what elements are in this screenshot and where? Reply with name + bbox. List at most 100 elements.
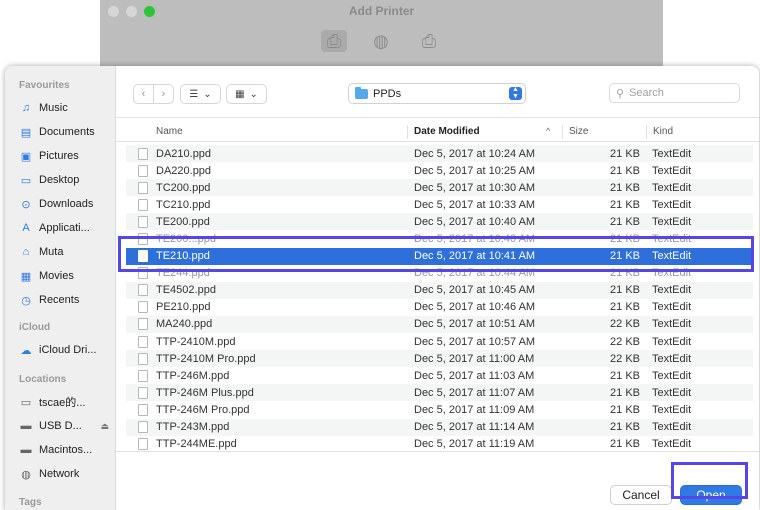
sidebar-item[interactable]: ▦ Movies (19, 266, 115, 286)
file-size: 21 KB (610, 301, 640, 314)
browser-toolbar: ‹ › ☰ ⌄ ▦ ⌄ PPDs ▲ ▼ ⚲ Search (116, 66, 759, 118)
table-row[interactable]: TE200...ppd Dec 5, 2017 at 10:40 AM 21 KB T… (126, 230, 753, 247)
column-header-kind[interactable]: Kind (646, 125, 673, 139)
table-row[interactable]: TE210.ppd Dec 5, 2017 at 10:41 AM 21 KB Tex… (126, 247, 753, 265)
file-date-modified: Dec 5, 2017 at 10:24 AM (414, 147, 536, 160)
sidebar-item[interactable]: ⊙ Downloads (19, 194, 115, 214)
chevron-left-icon: ‹ (141, 88, 146, 100)
file-kind: TextEdit (652, 215, 692, 228)
open-button[interactable]: Open (680, 485, 742, 505)
table-row[interactable]: TTP-2410M Pro.ppd Dec 5, 2017 at 11:00 AM… (126, 350, 753, 368)
file-size: 22 KB (610, 352, 640, 365)
file-kind: TextEdit (652, 181, 692, 194)
sidebar-item[interactable]: ▬ USB D... ⏏ (19, 416, 115, 436)
download-icon: ⊙ (21, 198, 31, 211)
sidebar-section-label: Tags (19, 497, 42, 508)
file-kind: TextEdit (652, 250, 692, 263)
column-header-date-modified[interactable]: Date Modified (407, 125, 480, 139)
document-file-icon (138, 352, 148, 365)
chevron-down-icon: ⌄ (249, 88, 258, 100)
table-row[interactable]: TE200.ppd Dec 5, 2017 at 10:40 AM 21 KB Tex… (126, 213, 753, 231)
file-name: TTP-2410M Pro.ppd (156, 352, 256, 365)
eject-icon[interactable]: ⏏ (100, 421, 109, 432)
drive-icon: ▬ (20, 444, 32, 456)
table-row[interactable]: TC200.ppd Dec 5, 2017 at 10:30 AM 21 KB Tex… (126, 179, 753, 197)
table-row[interactable]: DA220.ppd Dec 5, 2017 at 10:25 AM 21 KB Tex… (126, 162, 753, 179)
sort-ascending-icon: ^ (546, 126, 551, 136)
file-kind: TextEdit (652, 318, 692, 331)
document-icon: ▤ (20, 126, 32, 139)
laptop-icon: ▭ (20, 396, 32, 409)
column-header-size[interactable]: Size (562, 125, 588, 139)
sidebar-item-label: Downloads (39, 198, 94, 210)
sidebar-item[interactable]: ☁ iCloud Dri... (19, 340, 115, 360)
document-file-icon (138, 233, 148, 246)
sidebar-item-label: Desktop (39, 174, 80, 186)
back-button[interactable]: ‹ (133, 84, 154, 104)
search-field[interactable]: ⚲ Search (609, 83, 740, 103)
file-size: 22 KB (610, 318, 640, 331)
file-date-modified: Dec 5, 2017 at 10:46 AM (414, 301, 536, 314)
file-size: 21 KB (610, 369, 640, 382)
file-kind: TextEdit (652, 386, 692, 399)
file-name: TTP-243M.ppd (156, 421, 230, 434)
ip-printer-globe-icon[interactable]: ◍ (368, 30, 394, 52)
cancel-button[interactable]: Cancel (610, 485, 672, 505)
table-row[interactable]: TTP-2410M.ppd Dec 5, 2017 at 10:57 AM 22 K… (126, 333, 753, 350)
sidebar-item[interactable]: ◍ Network (19, 464, 115, 484)
sidebar: Favourites ♫ Music ▤ Documents ▣ Pictures ▭ Desk… (5, 66, 116, 510)
sidebar-item[interactable]: ⌂ Muta (19, 242, 115, 262)
cloud-icon: ☁ (20, 344, 32, 357)
table-row[interactable]: TC210.ppd Dec 5, 2017 at 10:33 AM 21 KB Tex… (126, 196, 753, 213)
open-file-sheet: Favourites ♫ Music ▤ Documents ▣ Pictures ▭ Desk… (5, 66, 759, 510)
popup-arrows-icon: ▲ ▼ (509, 86, 522, 100)
forward-button[interactable]: › (153, 84, 174, 104)
document-file-icon (138, 164, 148, 177)
file-name: TTP-244ME.ppd (156, 438, 237, 451)
file-size: 21 KB (610, 147, 640, 160)
table-row[interactable]: TTP-246M.ppd Dec 5, 2017 at 11:03 AM 21 KB… (126, 367, 753, 384)
sidebar-item[interactable]: ♫ Music (19, 98, 115, 118)
file-size: 21 KB (610, 181, 640, 194)
sidebar-item[interactable]: ▭ tscae的... (19, 392, 115, 412)
drive-icon: ▬ (20, 420, 32, 432)
sidebar-item-label: tscae的... (39, 397, 86, 409)
sidebar-item[interactable]: A Applicati... (19, 218, 115, 238)
default-printer-icon[interactable]: ⎙ (321, 30, 347, 52)
file-kind: TextEdit (652, 421, 692, 434)
file-kind: TextEdit (652, 352, 692, 365)
document-file-icon (138, 421, 148, 434)
file-kind: TextEdit (652, 335, 692, 348)
document-file-icon (138, 198, 148, 211)
file-kind: TextEdit (652, 284, 692, 297)
group-view-button[interactable]: ▦ ⌄ (226, 84, 267, 104)
table-row[interactable]: DA210.ppd Dec 5, 2017 at 10:24 AM 21 KB Tex… (126, 145, 753, 163)
table-row[interactable]: TTP-243M.ppd Dec 5, 2017 at 11:14 AM 21 KB… (126, 418, 753, 436)
sidebar-item[interactable]: ▤ Documents (19, 122, 115, 142)
sidebar-item-label: Muta (39, 246, 64, 258)
list-view-button[interactable]: ☰ ⌄ (180, 84, 221, 104)
globe-icon: ◍ (21, 468, 31, 481)
table-row[interactable]: TE4502.ppd Dec 5, 2017 at 10:45 AM 21 KB Te… (126, 281, 753, 299)
sidebar-item[interactable]: ▭ Desktop (19, 170, 115, 190)
file-name: DA210.ppd (156, 147, 212, 160)
column-header-name[interactable]: Name (156, 126, 183, 137)
windows-printer-icon[interactable]: ⎙ (416, 30, 442, 52)
list-view-icon: ☰ (189, 88, 199, 100)
file-size: 21 KB (610, 284, 640, 297)
file-date-modified: Dec 5, 2017 at 11:09 AM (414, 403, 535, 416)
table-row[interactable]: MA240.ppd Dec 5, 2017 at 10:51 AM 22 KB Tex… (126, 315, 753, 334)
table-row[interactable]: PE210.ppd Dec 5, 2017 at 10:46 AM 21 KB Tex… (126, 299, 753, 316)
sidebar-item[interactable]: ▣ Pictures (19, 146, 115, 166)
path-popup[interactable]: PPDs ▲ ▼ (348, 83, 526, 104)
table-row[interactable]: TTP-246M Pro.ppd Dec 5, 2017 at 11:09 AM 2… (126, 401, 753, 418)
table-row[interactable]: TTP-246M Plus.ppd Dec 5, 2017 at 11:07 AM… (126, 384, 753, 402)
file-date-modified: Dec 5, 2017 at 11:14 AM (414, 421, 535, 434)
sidebar-item[interactable]: ◷ Recents (19, 290, 115, 310)
sidebar-item-label: Macintos... (39, 444, 93, 456)
file-date-modified: Dec 5, 2017 at 10:41 AM (414, 250, 536, 263)
sidebar-item-label: USB D... (39, 420, 82, 432)
table-header: Name Date Modified ^ Size Kind (116, 122, 759, 142)
sidebar-item[interactable]: ▬ Macintos... (19, 440, 115, 460)
table-row[interactable]: TE244.ppd Dec 5, 2017 at 10:44 AM 21 KB Tex… (126, 265, 753, 282)
